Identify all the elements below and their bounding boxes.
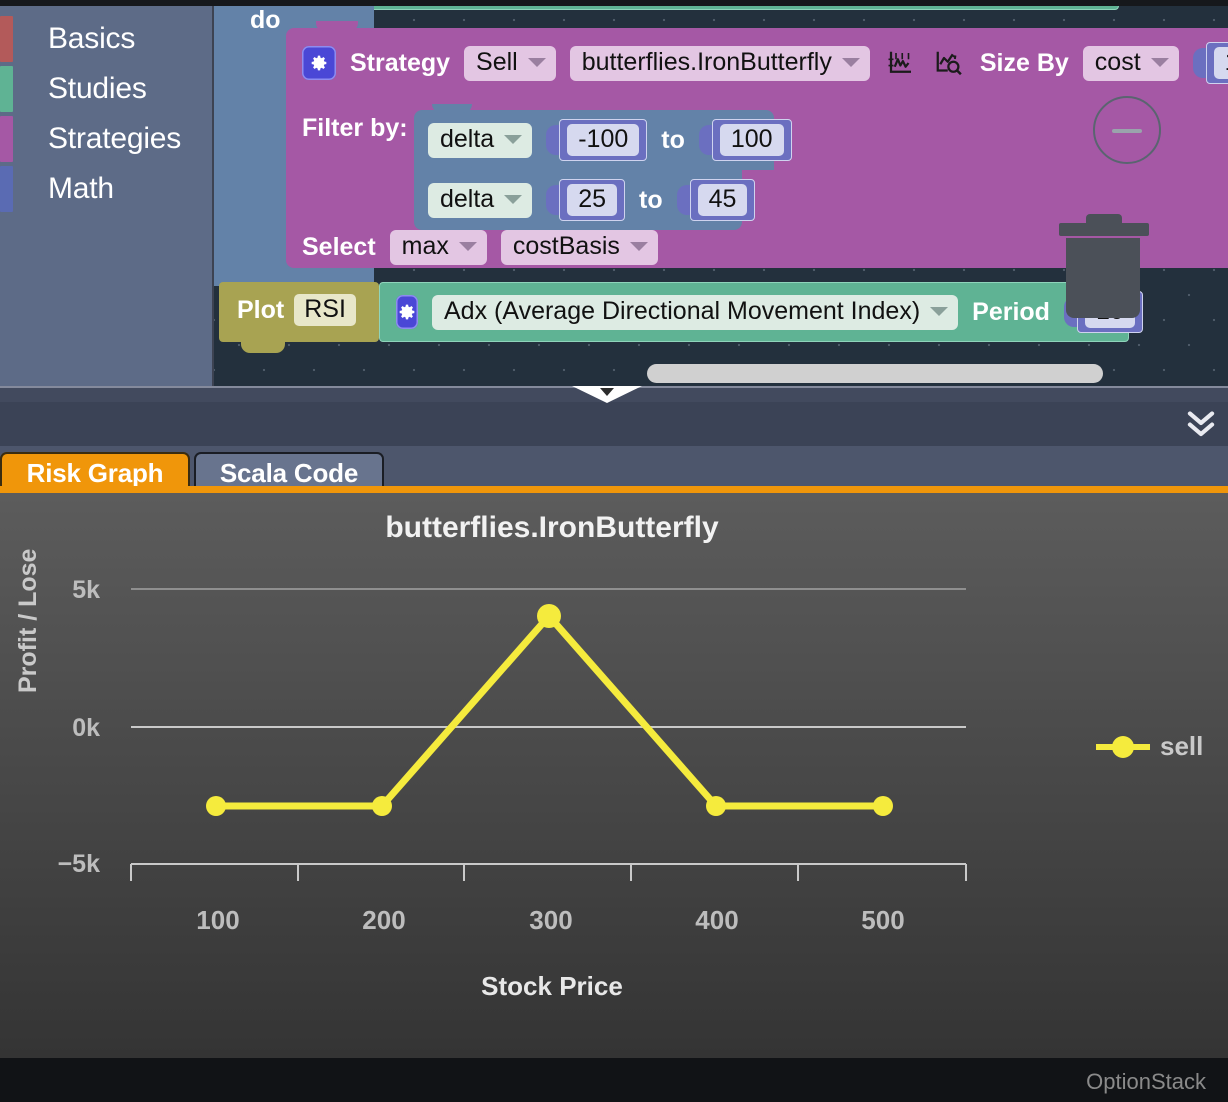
plot-chart-icon[interactable] xyxy=(884,46,918,80)
trash-lid xyxy=(1059,214,1149,236)
workspace-horizontal-scrollbar[interactable] xyxy=(647,364,1103,383)
splitter-drag-handle[interactable] xyxy=(572,386,642,403)
chart-plot-area xyxy=(130,588,967,881)
zoom-out-button[interactable] xyxy=(1093,96,1161,164)
chevron-down-icon xyxy=(504,194,523,204)
number-shell: 100 xyxy=(711,119,792,161)
filter-block-group[interactable]: delta -100 to 100 delta 25 to 45 xyxy=(414,104,792,230)
plot-label: Plot xyxy=(237,295,285,324)
strategy-action-value: Sell xyxy=(476,47,518,76)
filter-row[interactable]: delta 25 to 45 xyxy=(414,164,756,230)
filter-by-label: Filter by: xyxy=(302,114,408,142)
toolbox-category-studies[interactable]: Studies xyxy=(0,64,214,114)
filter-by-label-wrap: Filter by: xyxy=(302,114,408,143)
filter-max-input[interactable]: 45 xyxy=(676,179,756,221)
plot-block[interactable]: Plot RSI xyxy=(219,282,379,353)
tab-label: Risk Graph xyxy=(26,457,164,488)
chart-inspect-icon[interactable] xyxy=(932,46,966,80)
brand-watermark: OptionStack xyxy=(1086,1069,1206,1094)
tab-label: Scala Code xyxy=(219,457,359,488)
filter-min-value: -100 xyxy=(567,124,640,156)
gear-icon[interactable] xyxy=(302,46,336,80)
study-adx-block[interactable]: Adx (Average Directional Movement Index)… xyxy=(379,282,1143,342)
toolbox-category-label: Strategies xyxy=(48,122,182,155)
strategy-label: Strategy xyxy=(350,48,451,77)
toolbox-category-label: Math xyxy=(48,172,114,205)
partial-study-block[interactable] xyxy=(344,6,1119,10)
panel-splitter[interactable] xyxy=(0,386,1228,446)
footer-bar: OptionStack xyxy=(0,1058,1228,1102)
select-field-dropdown[interactable]: costBasis xyxy=(500,230,658,265)
toolbox-category-strategies[interactable]: Strategies xyxy=(0,114,214,164)
gear-icon[interactable] xyxy=(396,295,418,329)
filter-to-label: to xyxy=(661,125,685,154)
filter-to-label: to xyxy=(639,185,663,214)
size-amount-value: 15000 xyxy=(1213,47,1228,79)
study-name-dropdown[interactable]: Adx (Average Directional Movement Index) xyxy=(432,294,959,330)
category-color-swatch xyxy=(0,16,13,62)
filter-field-value: delta xyxy=(440,184,495,213)
strategy-instrument-dropdown[interactable]: butterflies.IronButterfly xyxy=(569,45,870,81)
toolbox-category-math[interactable]: Math xyxy=(0,164,214,214)
select-row: Select max costBasis xyxy=(302,230,658,265)
number-shell: -100 xyxy=(559,119,648,161)
number-shell: 45 xyxy=(689,179,756,221)
category-color-swatch xyxy=(0,166,13,212)
select-field-value: costBasis xyxy=(512,232,620,260)
collapse-chevrons-icon[interactable] xyxy=(1182,404,1220,442)
select-aggregate-value: max xyxy=(401,232,449,260)
plot-name-field[interactable]: RSI xyxy=(294,294,356,326)
filter-field-dropdown[interactable]: delta xyxy=(428,182,533,218)
option-stack-app: Basics Studies Strategies Math do Strate… xyxy=(0,0,1228,1102)
block-notch xyxy=(241,341,285,353)
chevron-down-icon xyxy=(930,306,949,316)
number-shell: 25 xyxy=(559,179,626,221)
size-amount-input[interactable]: 15000 xyxy=(1192,42,1228,84)
toolbox-category-label: Basics xyxy=(48,22,136,55)
trash-can-icon[interactable] xyxy=(1059,211,1149,321)
block-notch xyxy=(432,104,472,113)
chevron-down-icon xyxy=(527,57,546,67)
select-label: Select xyxy=(302,233,376,261)
trash-body xyxy=(1066,238,1140,318)
block-editor: Basics Studies Strategies Math do Strate… xyxy=(0,0,1228,386)
toolbox-category-label: Studies xyxy=(48,72,147,105)
filter-min-input[interactable]: -100 xyxy=(546,119,648,161)
number-shell: 15000 xyxy=(1205,42,1228,84)
strategy-action-dropdown[interactable]: Sell xyxy=(464,45,556,81)
strategy-instrument-value: butterflies.IronButterfly xyxy=(581,47,832,76)
filter-field-value: delta xyxy=(440,124,495,153)
block-toolbox[interactable]: Basics Studies Strategies Math xyxy=(0,6,214,386)
filter-max-value: 100 xyxy=(719,124,784,156)
filter-min-input[interactable]: 25 xyxy=(546,179,626,221)
category-color-swatch xyxy=(0,66,13,112)
chevron-down-icon xyxy=(1150,57,1169,67)
plot-block-inner: Plot RSI xyxy=(237,294,356,326)
do-label: do xyxy=(250,6,281,34)
strategy-header-row: Strategy Sell butterflies.IronButterfly xyxy=(302,42,1228,84)
filter-max-value: 45 xyxy=(697,184,748,216)
chevron-down-icon xyxy=(458,242,477,251)
filter-min-value: 25 xyxy=(567,184,618,216)
category-color-swatch xyxy=(0,116,13,162)
chevron-down-icon xyxy=(504,134,523,144)
period-label: Period xyxy=(972,297,1050,326)
block-workspace[interactable]: do Strategy Sell butterflies.IronButterf… xyxy=(214,6,1228,386)
toolbox-category-basics[interactable]: Basics xyxy=(0,14,214,64)
size-by-value: cost xyxy=(1094,47,1141,76)
chevron-down-icon xyxy=(629,242,648,251)
filter-max-input[interactable]: 100 xyxy=(698,119,792,161)
tab-active-underline xyxy=(0,486,1228,493)
size-by-label: Size By xyxy=(979,48,1069,77)
study-name-value: Adx (Average Directional Movement Index) xyxy=(444,296,921,325)
risk-graph-chart: butterflies.IronButterfly Profit / Lose … xyxy=(0,493,1228,1058)
block-notch xyxy=(432,164,472,173)
chevron-down-icon xyxy=(841,57,860,67)
filter-row[interactable]: delta -100 to 100 xyxy=(414,104,792,170)
select-aggregate-dropdown[interactable]: max xyxy=(389,230,487,265)
filter-field-dropdown[interactable]: delta xyxy=(428,122,533,158)
size-by-dropdown[interactable]: cost xyxy=(1082,45,1179,81)
splitter-band xyxy=(0,402,1228,446)
